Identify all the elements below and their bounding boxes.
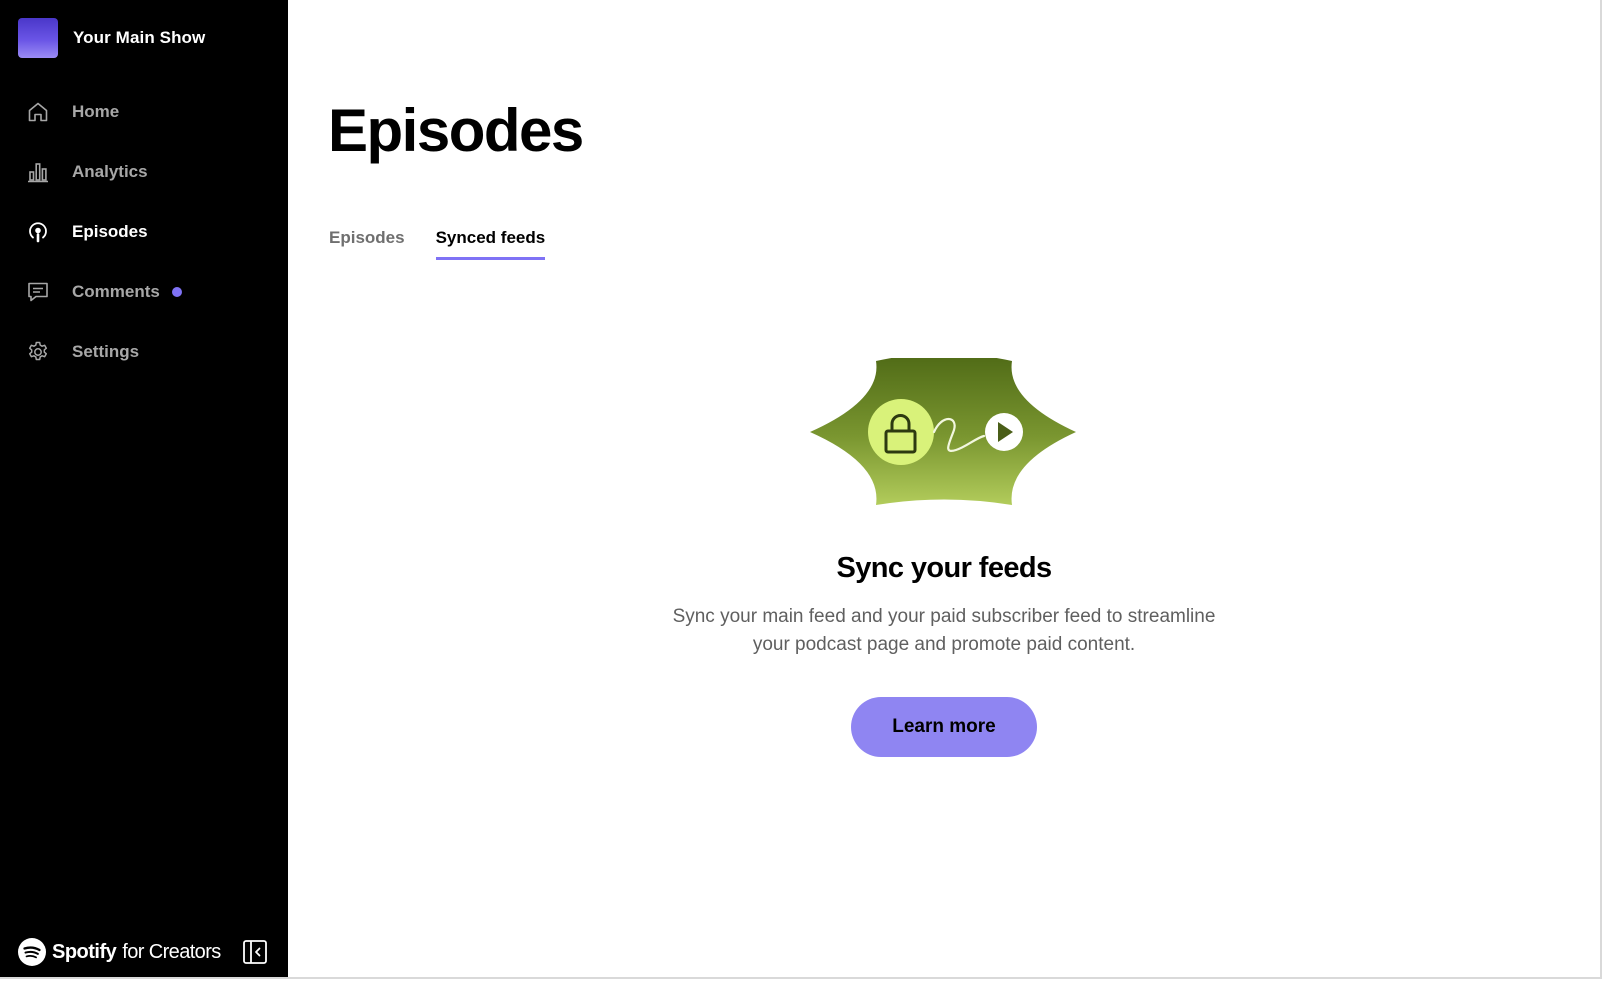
empty-state-description: Sync your main feed and your paid subscr… — [672, 606, 1216, 655]
sidebar-item-settings[interactable]: Settings — [0, 322, 288, 382]
sidebar-item-home[interactable]: Home — [0, 82, 288, 142]
show-switcher[interactable]: Your Main Show — [18, 18, 205, 58]
show-artwork — [18, 18, 58, 58]
tab-bar: Episodes Synced feeds — [329, 228, 546, 260]
spotify-icon — [18, 938, 46, 966]
sidebar-item-analytics[interactable]: Analytics — [0, 142, 288, 202]
unread-badge — [171, 287, 182, 297]
spotify-for-creators-logo[interactable]: Spotify for Creators — [18, 938, 221, 966]
sidebar-item-label: Comments — [72, 282, 160, 301]
sidebar-footer: Spotify for Creators — [18, 937, 268, 967]
tab-synced-feeds[interactable]: Synced feeds — [435, 228, 546, 260]
empty-state: Sync your feeds Sync your main feed and … — [288, 358, 1600, 757]
sidebar-item-label: Settings — [72, 342, 140, 361]
show-name: Your Main Show — [73, 28, 206, 47]
tab-episodes[interactable]: Episodes — [329, 228, 405, 260]
main-content: Episodes Episodes Synced feeds Sync your… — [288, 0, 1600, 977]
app-window: Your Main Show Home Analytics Episodes C… — [0, 0, 1602, 979]
podcast-icon — [26, 220, 50, 244]
sidebar-item-comments[interactable]: Comments — [0, 262, 288, 322]
collapse-sidebar-icon[interactable] — [242, 939, 268, 965]
sidebar-item-label: Episodes — [72, 222, 148, 241]
brand-suffix: for Creators — [122, 940, 221, 963]
learn-more-button[interactable]: Learn more — [851, 697, 1037, 757]
bar-chart-icon — [26, 160, 50, 184]
sidebar-item-label: Home — [72, 102, 120, 121]
gear-icon — [26, 340, 50, 364]
home-icon — [26, 100, 50, 124]
sidebar: Your Main Show Home Analytics Episodes C… — [0, 0, 288, 977]
sidebar-item-episodes[interactable]: Episodes — [0, 202, 288, 262]
sidebar-nav: Home Analytics Episodes Comments Setting… — [0, 82, 288, 382]
sidebar-item-label: Analytics — [72, 162, 148, 181]
comment-icon — [26, 280, 50, 304]
brand-name: Spotify — [52, 940, 117, 963]
page-title: Episodes — [328, 97, 584, 164]
empty-state-title: Sync your feeds — [836, 552, 1052, 584]
sync-feeds-illustration — [810, 358, 1076, 505]
